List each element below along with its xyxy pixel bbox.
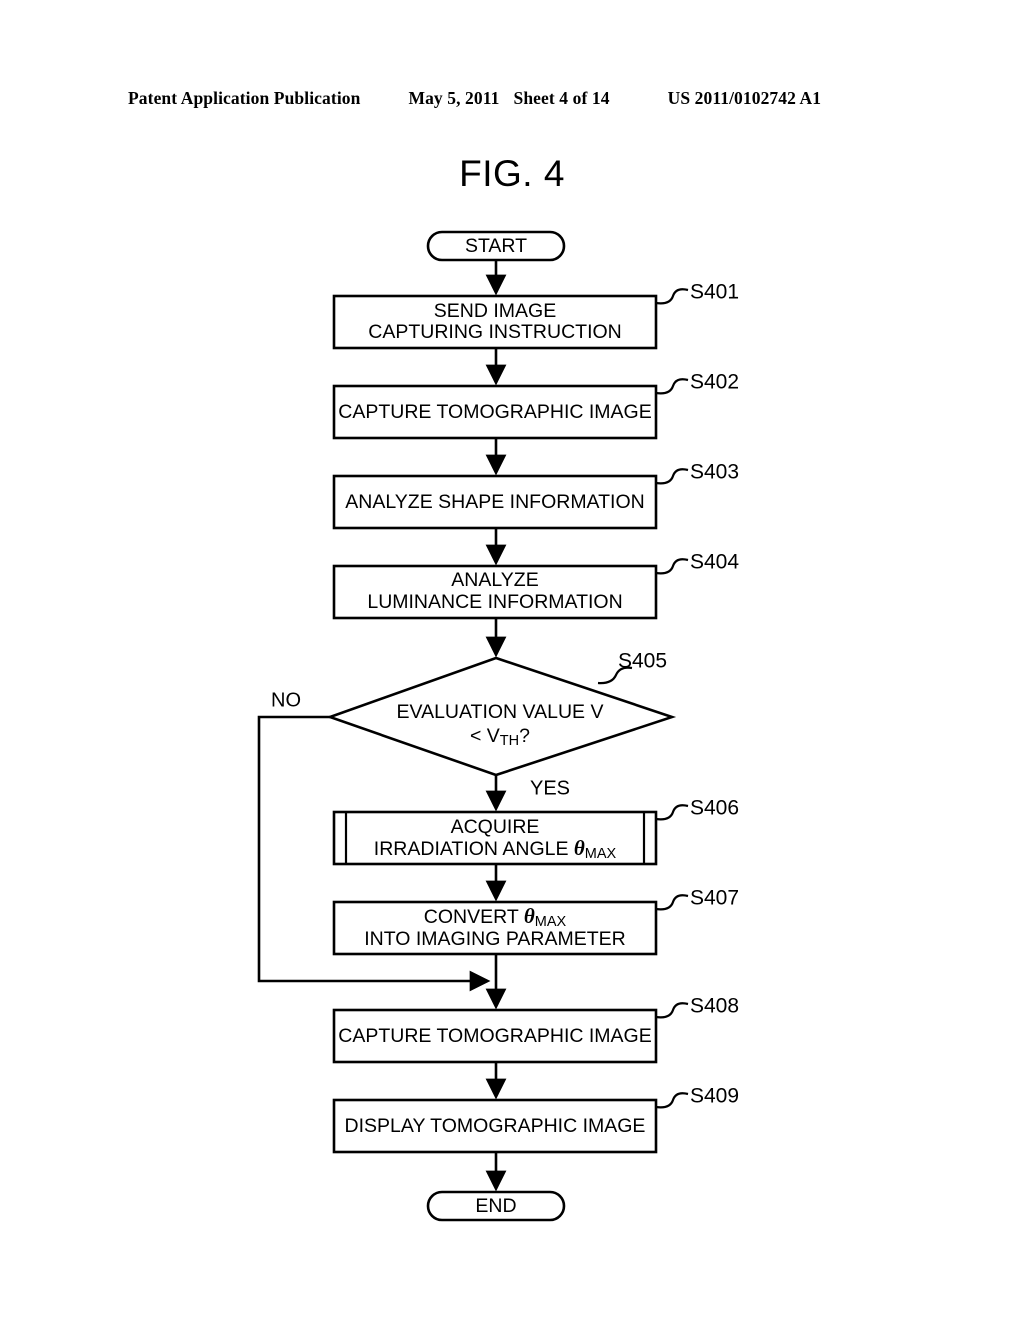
node-s406-line2: IRRADIATION ANGLE θMAX — [374, 836, 617, 862]
node-end-label: END — [475, 1195, 516, 1217]
node-s406-line1: ACQUIRE — [451, 816, 540, 838]
node-end: END — [426, 1190, 566, 1222]
leader-s407 — [655, 894, 689, 911]
node-s405-line1: EVALUATION VALUE V — [397, 701, 604, 723]
step-label-s404: S404 — [690, 551, 739, 574]
node-s405-lt: < V — [470, 725, 500, 747]
step-label-s401: S401 — [690, 281, 739, 304]
node-s403-line1: ANALYZE SHAPE INFORMATION — [345, 491, 644, 513]
branch-label-no: NO — [271, 689, 301, 711]
node-start: START — [426, 230, 566, 262]
flowchart-diagram: START SEND IMAGE CAPTURING INSTRUCTION S… — [257, 230, 739, 1222]
node-start-label: START — [465, 235, 527, 257]
leader-s406 — [655, 804, 689, 821]
node-s402: CAPTURE TOMOGRAPHIC IMAGE — [332, 384, 658, 440]
node-s402-line1: CAPTURE TOMOGRAPHIC IMAGE — [338, 401, 652, 423]
leader-s403 — [655, 468, 689, 485]
node-s401: SEND IMAGE CAPTURING INSTRUCTION — [332, 294, 658, 350]
node-s401-line1: SEND IMAGE — [434, 300, 556, 322]
node-s403: ANALYZE SHAPE INFORMATION — [332, 474, 658, 530]
step-label-s409: S409 — [690, 1085, 739, 1108]
leader-s401 — [655, 288, 689, 305]
node-s406-sub: MAX — [585, 846, 617, 862]
node-s407-pre: CONVERT — [424, 906, 524, 928]
node-s405-decision: EVALUATION VALUE V < VTH? — [326, 656, 677, 777]
node-s407-theta: θ — [524, 904, 535, 928]
node-s407: CONVERT θMAX INTO IMAGING PARAMETER — [332, 900, 658, 956]
leader-s402 — [655, 378, 689, 395]
step-label-s406: S406 — [690, 797, 739, 820]
node-s401-line2: CAPTURING INSTRUCTION — [368, 321, 622, 343]
node-s404-line1: ANALYZE — [451, 569, 538, 591]
node-s404-line2: LUMINANCE INFORMATION — [367, 591, 622, 613]
node-s405-q: ? — [519, 725, 530, 747]
node-s406-theta: θ — [574, 836, 585, 860]
step-label-s402: S402 — [690, 371, 739, 394]
node-s404: ANALYZE LUMINANCE INFORMATION — [332, 564, 658, 620]
branch-label-yes: YES — [530, 777, 570, 799]
node-s409: DISPLAY TOMOGRAPHIC IMAGE — [332, 1098, 658, 1154]
leader-s408 — [655, 1002, 689, 1019]
node-s405-sub: TH — [500, 733, 519, 749]
leader-s409 — [655, 1092, 689, 1109]
node-s407-line2: INTO IMAGING PARAMETER — [364, 928, 625, 950]
leader-s404 — [655, 558, 689, 575]
node-s406-pre: IRRADIATION ANGLE — [374, 838, 574, 860]
node-s406: ACQUIRE IRRADIATION ANGLE θMAX — [332, 810, 658, 866]
node-s409-line1: DISPLAY TOMOGRAPHIC IMAGE — [345, 1115, 646, 1137]
node-s408: CAPTURE TOMOGRAPHIC IMAGE — [332, 1008, 658, 1064]
step-label-s408: S408 — [690, 995, 739, 1018]
step-label-s407: S407 — [690, 887, 739, 910]
step-label-s403: S403 — [690, 461, 739, 484]
node-s408-line1: CAPTURE TOMOGRAPHIC IMAGE — [338, 1025, 652, 1047]
step-label-s405: S405 — [618, 650, 667, 673]
